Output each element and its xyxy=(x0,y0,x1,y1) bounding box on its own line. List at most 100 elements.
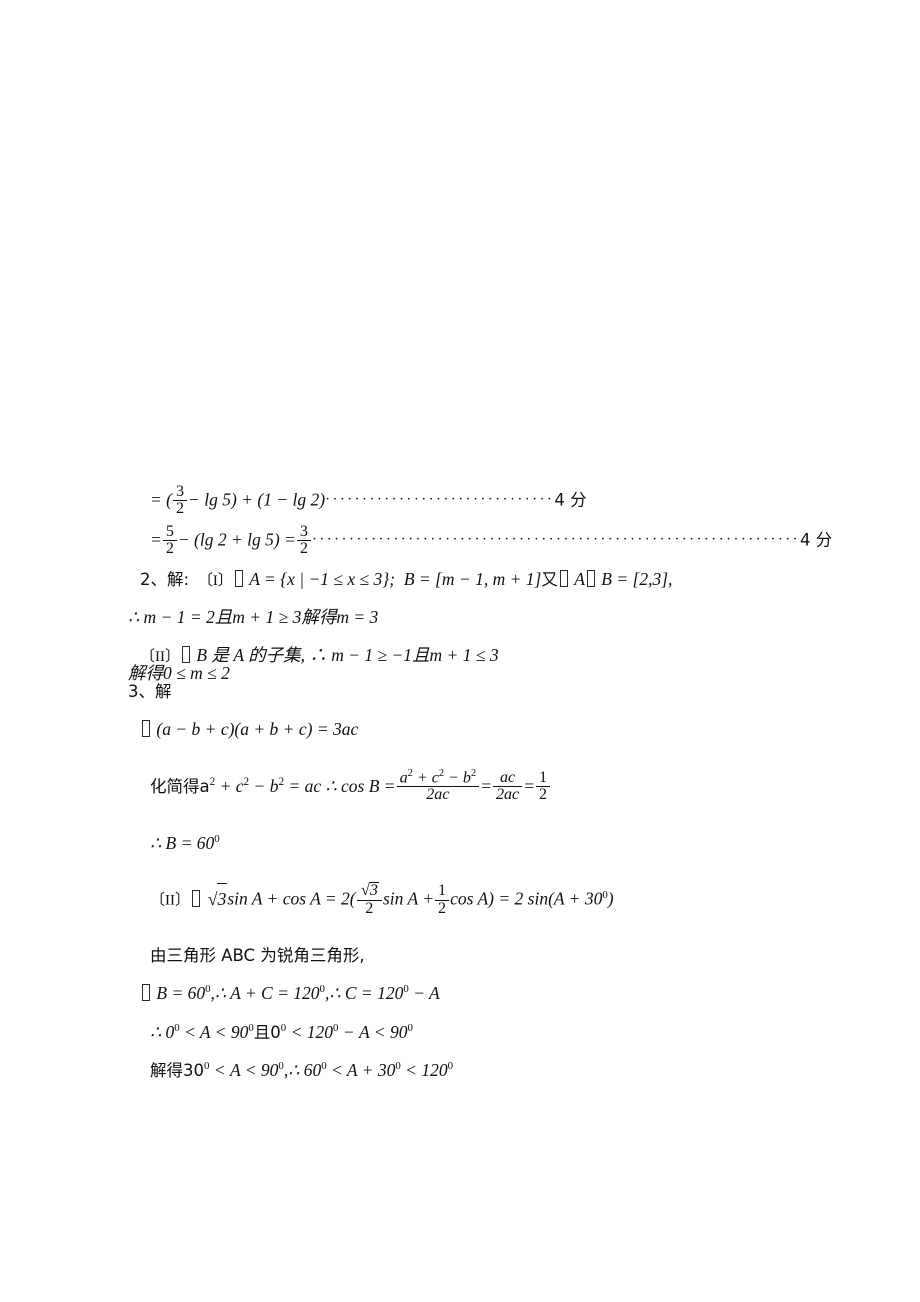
final-range-e: < 120 xyxy=(400,1060,448,1081)
problem-2-part-2-text: B 是 A 的子集, ∴ m − 1 ≥ −1且m + 1 ≤ 3 xyxy=(196,645,499,666)
cosb-frac3-denominator: 2 xyxy=(536,786,551,803)
final-deg-5: 0 xyxy=(447,1060,453,1073)
missing-glyph-box-icon xyxy=(192,889,200,907)
angle-b-text: ∴ B = 60 xyxy=(150,832,215,853)
trig-frac1-denominator: 2 xyxy=(356,899,382,917)
problem-2-derivation: ∴ m − 1 = 2且m + 1 ≥ 3解得m = 3 xyxy=(0,606,920,627)
trig-close-paren: ) xyxy=(607,888,614,909)
cosb-frac3-numerator: 1 xyxy=(539,768,548,786)
num-end: − b xyxy=(444,768,471,786)
problem-2-solution-text: 解得0 ≤ m ≤ 2 xyxy=(128,663,230,684)
range-and: 且0 xyxy=(253,1022,281,1042)
trig-frac1-numerator: √3 xyxy=(357,881,382,900)
problem-3-heading-text: 3、解 xyxy=(128,681,172,701)
cosb-mid-1: + c xyxy=(215,775,244,796)
cosb-fraction-1: a2 + c2 − b2 2ac xyxy=(396,767,480,804)
problem-2-part-1: 2、解: 〔I〕 A = {x | −1 ≤ x ≤ 3}; B = [m − … xyxy=(0,568,920,589)
final-range-d: < A + 30 xyxy=(326,1060,396,1081)
trig-frac2-numerator: 1 xyxy=(438,882,447,900)
eq1-frac-numerator: 3 xyxy=(176,483,185,500)
eq2-dot-leader: ········································… xyxy=(311,531,801,548)
trig-fraction-2: 12 xyxy=(435,882,450,917)
eq1-prefix: = ( xyxy=(150,489,173,510)
eq2-fraction-1: 52 xyxy=(162,522,177,558)
sqrt-3-outer: √3 xyxy=(206,882,228,915)
trig-frac2-denominator: 2 xyxy=(435,899,450,917)
range-deg-5: 0 xyxy=(407,1021,413,1034)
trig-mid-3: cos A) = 2 sin(A + 30 xyxy=(450,888,603,909)
eq1-dot-leader: ······························· xyxy=(325,491,555,508)
angle-relation-d: − A xyxy=(408,983,440,1004)
equation-line-2: = 5 2− (lg 2 + lg 5) = 3 2 ··················… xyxy=(0,522,920,558)
problem-2-solution: 解得0 ≤ m ≤ 2 xyxy=(0,663,920,684)
triangle-note-text: 由三角形 ABC 为锐角三角形, xyxy=(150,945,365,965)
eq2-frac1-denominator: 2 xyxy=(162,540,177,557)
problem-3-angle-b: ∴ B = 600 xyxy=(0,832,920,853)
problem-2-a: A xyxy=(574,568,585,589)
sqrt-3-inner-radicand: 3 xyxy=(368,882,379,900)
eq2-score: 4 分 xyxy=(800,530,833,550)
problem-3-cos-b: 化简得a2 + c2 − b2 = ac ∴ cos B = a2 + c2 − … xyxy=(0,767,920,804)
eq1-fraction: 32 xyxy=(173,483,188,518)
problem-2-set-b: B = [m − 1, m + 1] xyxy=(403,568,542,589)
cosb-frac1-numerator: a2 + c2 − b2 xyxy=(397,767,480,787)
angle-b-degree: 0 xyxy=(214,832,220,845)
problem-3-angle-relation: B = 600,∴ A + C = 1200,∴ C = 1200 − A xyxy=(0,984,920,1003)
angle-relation-a: B = 60 xyxy=(156,983,206,1004)
simplify-label: 化简得a xyxy=(150,776,210,796)
cosb-fraction-3: 12 xyxy=(536,768,551,804)
problem-2-set-a: A = {x | −1 ≤ x ≤ 3}; xyxy=(249,568,396,589)
missing-glyph-box-icon xyxy=(142,720,150,738)
problem-2-number: 2、解: xyxy=(140,569,190,589)
problem-3-given: (a − b + c)(a + b + c) = 3ac xyxy=(0,720,920,739)
eq2-middle: − (lg 2 + lg 5) = xyxy=(177,529,296,550)
equation-line-1: = (3 2− lg 5) + (1 − lg 2)···············… xyxy=(0,483,920,518)
answer-key-body: = (3 2− lg 5) + (1 − lg 2)···············… xyxy=(0,446,920,1080)
problem-2-you: 又 xyxy=(541,569,558,589)
document-page: = (3 2− lg 5) + (1 − lg 2)···············… xyxy=(0,0,920,1302)
cosb-mid-3: = ac ∴ cos B = xyxy=(284,775,396,796)
problem-3-heading: 3、解 xyxy=(0,683,920,701)
problem-3-given-text: (a − b + c)(a + b + c) = 3ac xyxy=(156,719,359,740)
eq2-frac1-numerator: 5 xyxy=(165,522,174,540)
missing-glyph-box-icon xyxy=(586,569,595,587)
eq2-frac2-denominator: 2 xyxy=(296,540,311,557)
trig-mid-1: sin A + cos A = 2( xyxy=(227,888,356,909)
eq1-frac-denominator: 2 xyxy=(173,500,188,517)
num-a: a xyxy=(399,768,408,786)
cosb-frac2-denominator: 2ac xyxy=(492,786,523,803)
cosb-equals-2: = xyxy=(523,775,536,796)
problem-2-intersection: B = [2,3], xyxy=(601,568,673,589)
range-b: < A < 90 xyxy=(179,1021,249,1042)
problem-3-part-2: 〔II〕 √3sin A + cos A = 2(√3 2 sin A +1 2 cos… xyxy=(0,881,920,917)
final-range-a: 解得30 xyxy=(150,1061,204,1081)
problem-2-derivation-text: ∴ m − 1 = 2且m + 1 ≥ 3解得m = 3 xyxy=(128,606,379,627)
trig-fraction-1: √3 2 xyxy=(356,881,382,917)
problem-3-triangle-note: 由三角形 ABC 为锐角三角形, xyxy=(0,947,920,965)
eq2-frac2-numerator: 3 xyxy=(299,522,308,540)
eq2-fraction-2: 32 xyxy=(296,522,311,558)
missing-glyph-box-icon xyxy=(142,984,150,1002)
range-a: ∴ 0 xyxy=(150,1021,175,1042)
cosb-equals-1: = xyxy=(480,775,492,796)
num-b-exp: 2 xyxy=(470,767,477,779)
angle-relation-c: ,∴ C = 120 xyxy=(324,983,404,1004)
angle-relation-b: ,∴ A + C = 120 xyxy=(210,983,320,1004)
eq2-prefix: = xyxy=(150,529,162,550)
missing-glyph-box-icon xyxy=(234,569,243,587)
cosb-fraction-2: ac 2ac xyxy=(492,769,523,804)
final-range-b: < A < 90 xyxy=(209,1060,279,1081)
sqrt-3-inner: √3 xyxy=(360,881,379,900)
range-d: < 120 xyxy=(286,1021,334,1042)
problem-2-part-1-label: 〔I〕 xyxy=(197,572,233,589)
num-mid: + c xyxy=(412,768,439,786)
